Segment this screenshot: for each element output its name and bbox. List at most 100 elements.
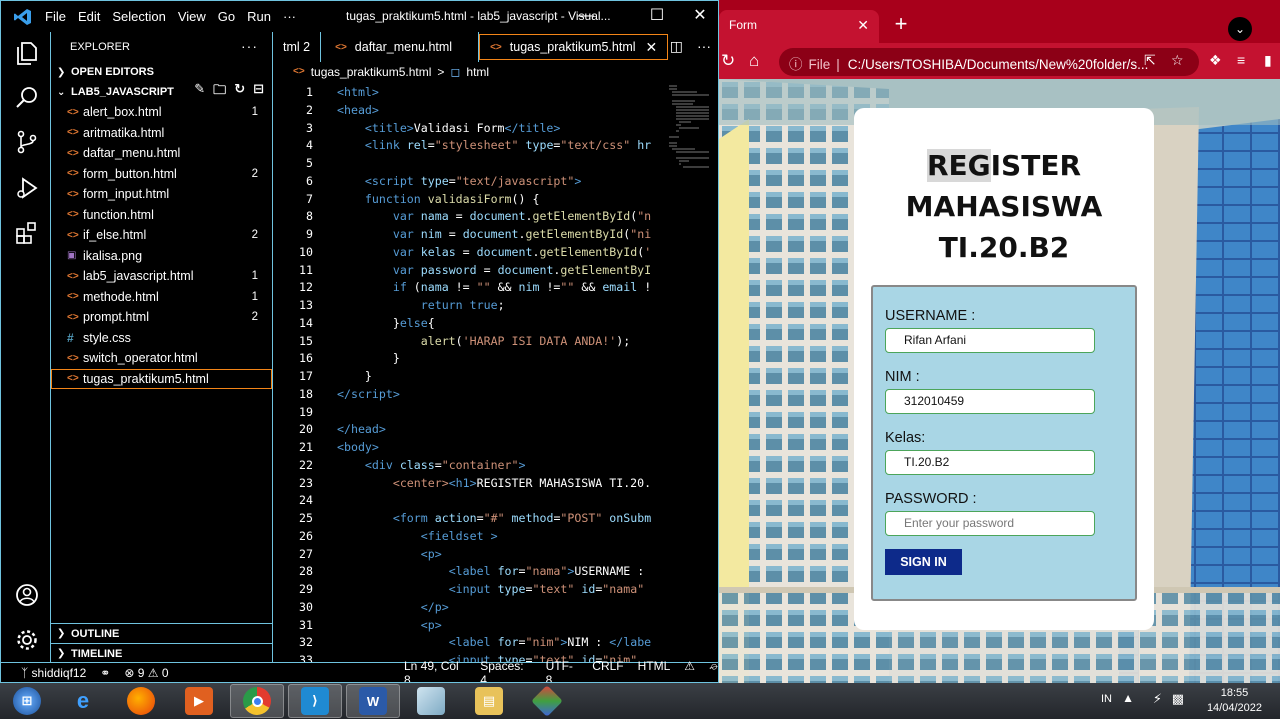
cursor-position[interactable]: Ln 49, Col 8 <box>404 659 466 682</box>
git-branch[interactable]: ᛉ shiddiqf12 <box>21 666 86 680</box>
collapse-all-icon[interactable]: ⊟ <box>253 81 264 103</box>
encoding[interactable]: UTF-8 <box>546 659 579 682</box>
close-icon[interactable]: ✕ <box>680 5 718 27</box>
outline-section[interactable]: ❯ OUTLINE <box>51 623 272 643</box>
file-item-active[interactable]: <> tugas_praktikum5.html <box>51 368 272 389</box>
extensions-puzzle-icon[interactable]: ❖ <box>1209 52 1222 69</box>
file-item[interactable]: <> prompt.html 2 <box>51 307 272 328</box>
problems-indicator[interactable]: ⊗ 9 ⚠ 0 <box>124 666 168 680</box>
username-input[interactable]: Rifan Arfani <box>885 328 1095 353</box>
notifications-bell-icon[interactable]: ⌮ <box>709 659 718 682</box>
breadcrumb-file[interactable]: tugas_praktikum5.html <box>311 65 432 79</box>
tab-tugas-praktikum5[interactable]: <> tugas_praktikum5.html ✕ <box>479 34 669 60</box>
close-tab-icon[interactable]: ✕ <box>646 39 658 56</box>
language-mode[interactable]: HTML <box>638 659 671 682</box>
new-tab-plus-icon[interactable]: + <box>889 13 913 38</box>
taskbar-tool[interactable] <box>520 684 574 718</box>
file-item[interactable]: <> aritmatika.html <box>51 123 272 144</box>
minimap[interactable] <box>667 84 711 174</box>
run-debug-icon[interactable] <box>14 175 40 201</box>
tab-daftar-menu[interactable]: <> daftar_menu.html <box>321 32 480 62</box>
folder-section[interactable]: ⌄ LAB5_JAVASCRIPT ✎ 🗀 ↻ ⊟ <box>51 81 272 103</box>
sign-in-button[interactable]: SIGN IN <box>885 549 962 575</box>
file-item[interactable]: <> alert_box.html 1 <box>51 102 272 123</box>
info-icon[interactable]: ⓘ <box>789 57 803 72</box>
indentation[interactable]: Spaces: 4 <box>480 659 531 682</box>
file-item[interactable]: <> form_button.html 2 <box>51 164 272 185</box>
source-control-icon[interactable] <box>14 129 40 155</box>
file-item[interactable]: ▣ ikalisa.png <box>51 246 272 267</box>
line-ending[interactable]: CRLF <box>592 659 623 682</box>
heading-line2: MAHASISWA <box>905 190 1103 223</box>
address-bar[interactable]: ⓘ File | C:/Users/TOSHIBA/Documents/New%20f… <box>779 48 1199 76</box>
show-hidden-icons-icon[interactable]: ▲ <box>1122 691 1134 705</box>
file-item[interactable]: # style.css <box>51 328 272 349</box>
language-indicator[interactable]: IN <box>1101 693 1112 705</box>
settings-gear-icon[interactable] <box>14 627 40 653</box>
file-item[interactable]: <> form_input.html <box>51 184 272 205</box>
reload-icon[interactable]: ↻ <box>721 51 735 71</box>
file-item[interactable]: <> function.html <box>51 205 272 226</box>
kelas-input[interactable]: TI.20.B2 <box>885 450 1095 475</box>
timeline-section[interactable]: ❯ TIMELINE <box>51 643 272 663</box>
nim-input[interactable]: 312010459 <box>885 389 1095 414</box>
split-editor-icon[interactable]: ◫ <box>670 38 683 55</box>
folder-label: LAB5_JAVASCRIPT <box>71 86 174 98</box>
taskbar-vscode[interactable]: ⟩ <box>288 684 342 718</box>
sync-icon[interactable]: ⚭ <box>100 666 110 680</box>
account-icon[interactable] <box>14 582 40 608</box>
menu-view[interactable]: View <box>178 9 214 24</box>
file-item[interactable]: <> lab5_javascript.html 1 <box>51 266 272 287</box>
menu-file[interactable]: File <box>45 9 74 24</box>
new-folder-icon[interactable]: 🗀 <box>213 81 226 103</box>
share-icon[interactable]: ⇱ <box>1144 52 1156 69</box>
search-icon[interactable] <box>14 85 40 111</box>
breadcrumb-element[interactable]: html <box>466 65 489 79</box>
sidebar-icon[interactable]: ▮ <box>1264 52 1272 69</box>
refresh-icon[interactable]: ↻ <box>234 81 245 103</box>
menu-selection[interactable]: Selection <box>112 9 173 24</box>
code-editor[interactable]: 1 <html> 2 <head> 3 <title>Validasi Form</… <box>273 83 718 662</box>
taskbar-file-explorer[interactable]: ▤ <box>462 684 516 718</box>
outline-label: OUTLINE <box>71 627 120 640</box>
word-icon: W <box>359 687 387 715</box>
home-icon[interactable]: ⌂ <box>749 51 759 71</box>
file-item[interactable]: <> if_else.html 2 <box>51 225 272 246</box>
file-name: ikalisa.png <box>83 248 143 263</box>
menu-more[interactable]: ··· <box>283 9 304 24</box>
menu-run[interactable]: Run <box>247 9 279 24</box>
tab-search-chevron-icon[interactable]: ⌄ <box>1228 17 1252 41</box>
system-clock[interactable]: 18:55 14/04/2022 <box>1207 686 1262 716</box>
feedback-icon[interactable]: ⚠ <box>684 659 695 682</box>
taskbar-internet-explorer[interactable]: e <box>56 684 110 718</box>
taskbar-app[interactable] <box>404 684 458 718</box>
explorer-header: EXPLORER ··· <box>51 32 272 62</box>
explorer-icon[interactable] <box>14 40 40 66</box>
chevron-right-icon: ❯ <box>57 628 66 639</box>
taskbar-media-player[interactable]: ▶ <box>172 684 226 718</box>
open-editors-section[interactable]: ❯ OPEN EDITORS <box>51 62 272 82</box>
reading-list-icon[interactable]: ≡ <box>1237 52 1245 68</box>
start-button[interactable]: ⊞ <box>0 684 54 718</box>
taskbar-firefox[interactable] <box>114 684 168 718</box>
password-input[interactable]: Enter your password <box>885 511 1095 536</box>
browser-tab-active[interactable]: Form ✕ <box>719 10 879 43</box>
menu-edit[interactable]: Edit <box>78 9 108 24</box>
new-file-icon[interactable]: ✎ <box>194 81 205 103</box>
bookmark-star-icon[interactable]: ☆ <box>1171 52 1184 69</box>
file-item[interactable]: <> methode.html 1 <box>51 287 272 308</box>
minimize-icon[interactable]: — <box>566 5 606 27</box>
extensions-icon[interactable] <box>14 220 40 246</box>
taskbar-word[interactable]: W <box>346 684 400 718</box>
file-item[interactable]: <> daftar_menu.html <box>51 143 272 164</box>
more-actions-icon[interactable]: ··· <box>241 38 258 54</box>
taskbar-chrome[interactable] <box>230 684 284 718</box>
power-plug-icon[interactable]: ⚡ <box>1153 691 1162 707</box>
menu-go[interactable]: Go <box>218 9 243 24</box>
close-tab-icon[interactable]: ✕ <box>857 17 869 34</box>
more-actions-icon[interactable]: ··· <box>697 38 711 55</box>
signal-bars-icon[interactable]: ▩ <box>1172 691 1184 707</box>
file-item[interactable]: <> switch_operator.html <box>51 348 272 369</box>
tab-partial[interactable]: tml 2 <box>273 32 322 62</box>
maximize-icon[interactable]: ☐ <box>637 5 677 27</box>
